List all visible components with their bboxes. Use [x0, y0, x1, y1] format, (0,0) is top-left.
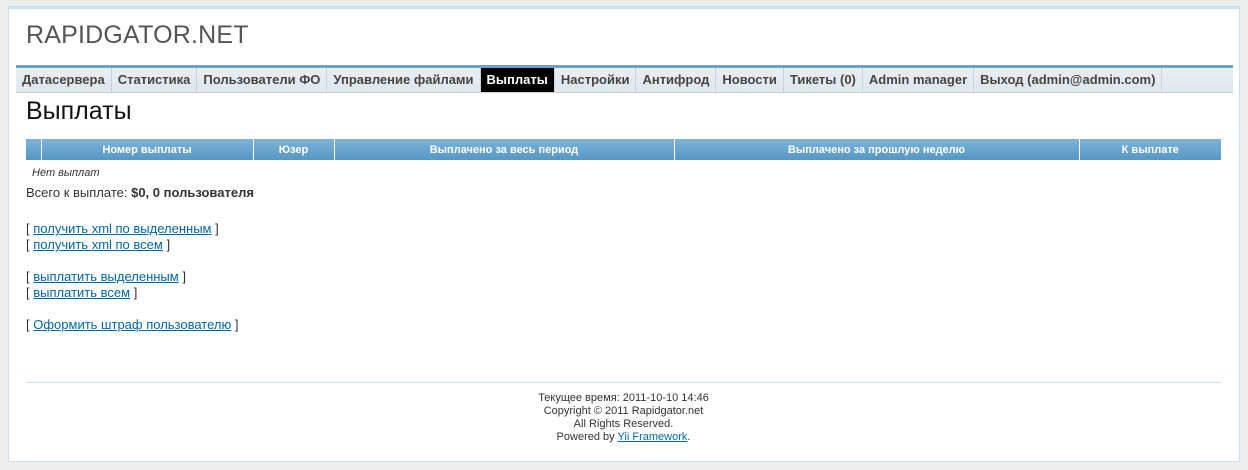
menu-item-dataservers[interactable]: Датасервера [16, 68, 112, 92]
fine-user-link[interactable]: Оформить штраф пользователю [33, 317, 231, 332]
column-header-paid-total[interactable]: Выплачено за весь период [333, 139, 674, 160]
action-line: [ получить xml по всем ] [26, 237, 239, 253]
action-line: [ выплатить выделенным ] [26, 269, 239, 285]
menu-item-file-management[interactable]: Управление файлами [327, 68, 481, 92]
footer-powered: Powered by Yii Framework. [26, 431, 1221, 444]
bracket-close: ] [166, 237, 171, 252]
bracket-close: ] [182, 269, 186, 284]
table-empty-text: Нет выплат [32, 167, 100, 179]
payout-actions: [ получить xml по выделенным ] [ получит… [26, 221, 239, 333]
footer-divider [26, 382, 1221, 383]
table-header-row: Номер выплаты Юзер Выплачено за весь пер… [26, 139, 1221, 160]
pay-selected-link[interactable]: выплатить выделенным [33, 269, 178, 284]
site-logo[interactable]: RAPIDGATOR.NET [26, 21, 249, 50]
column-header-to-pay[interactable]: К выплате [1078, 139, 1221, 160]
payout-total-label: Всего к выплате: [26, 185, 128, 200]
menu-item-users-fo[interactable]: Пользователи ФО [197, 68, 328, 92]
payouts-table: Номер выплаты Юзер Выплачено за весь пер… [26, 139, 1221, 160]
menu-item-antifraud[interactable]: Антифрод [636, 68, 717, 92]
main-menu: Датасервера Статистика Пользователи ФО У… [16, 65, 1233, 93]
bracket-open: [ [26, 269, 30, 284]
yii-framework-link[interactable]: Yii Framework [618, 431, 688, 443]
footer-powered-prefix: Powered by [556, 431, 615, 443]
column-header-user[interactable]: Юзер [252, 139, 334, 160]
action-line: [ Оформить штраф пользователю ] [26, 317, 239, 333]
payout-total-value: $0, 0 пользователя [131, 185, 254, 200]
menu-item-settings[interactable]: Настройки [555, 68, 637, 92]
bracket-close: ] [215, 221, 219, 236]
footer-powered-suffix: . [687, 431, 691, 443]
xml-all-link[interactable]: получить xml по всем [33, 237, 163, 252]
footer-time: Текущее время: 2011-10-10 14:46 [538, 392, 709, 404]
xml-selected-link[interactable]: получить xml по выделенным [33, 221, 211, 236]
header: RAPIDGATOR.NET [9, 9, 1239, 65]
menu-item-payouts[interactable]: Выплаты [480, 68, 555, 92]
footer-rights: All Rights Reserved. [573, 418, 674, 430]
bracket-close: ] [234, 317, 239, 332]
menu-item-statistics[interactable]: Статистика [112, 68, 198, 92]
bracket-close: ] [133, 285, 138, 300]
bracket-open: [ [26, 317, 30, 332]
page-title: Выплаты [26, 97, 132, 125]
column-header-payout-number[interactable]: Номер выплаты [40, 139, 253, 160]
column-header-paid-last-week[interactable]: Выплачено за прошлую неделю [673, 139, 1079, 160]
footer-copyright: Copyright © 2011 Rapidgator.net [543, 405, 704, 417]
bracket-open: [ [26, 237, 30, 252]
page-container: RAPIDGATOR.NET Датасервера Статистика По… [8, 6, 1240, 462]
bracket-open: [ [26, 285, 30, 300]
footer: Текущее время: 2011-10-10 14:46 Copyrigh… [26, 392, 1221, 444]
menu-item-logout[interactable]: Выход (admin@admin.com) [974, 68, 1163, 92]
action-line: [ получить xml по выделенным ] [26, 221, 239, 237]
menu-item-news[interactable]: Новости [716, 68, 784, 92]
pay-all-link[interactable]: выплатить всем [33, 285, 130, 300]
bracket-open: [ [26, 221, 30, 236]
column-header-checkbox[interactable] [26, 139, 41, 160]
action-line: [ выплатить всем ] [26, 285, 239, 301]
payout-total: Всего к выплате: $0, 0 пользователя [26, 185, 254, 200]
menu-item-admin-manager[interactable]: Admin manager [863, 68, 975, 92]
menu-item-tickets[interactable]: Тикеты (0) [784, 68, 863, 92]
